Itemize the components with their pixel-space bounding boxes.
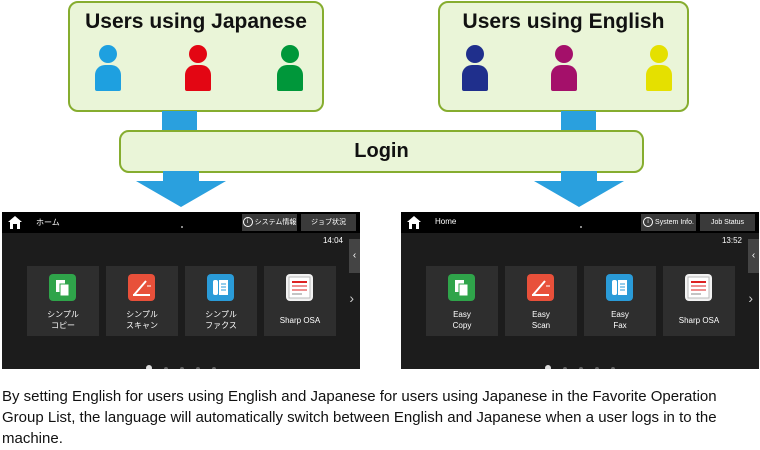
job-status-button[interactable]: Job Status — [700, 214, 755, 231]
side-panel-tab[interactable]: ‹ — [349, 239, 360, 273]
user-icon-magenta — [551, 45, 577, 91]
tile-label: Easy Scan — [531, 310, 551, 330]
login-box: Login — [119, 130, 644, 173]
user-icon-red — [185, 45, 211, 91]
scan-icon — [527, 274, 554, 301]
divider-dot — [181, 226, 183, 228]
system-info-label: System Info. — [655, 219, 694, 226]
job-status-label: ジョブ状況 — [311, 219, 346, 226]
info-icon: i — [242, 217, 253, 228]
home-icon[interactable] — [8, 216, 22, 229]
info-icon: i — [643, 217, 654, 228]
japanese-users-title: Users using Japanese — [85, 10, 307, 33]
job-status-button[interactable]: ジョブ状況 — [301, 214, 356, 231]
english-users-box: Users using English — [438, 1, 689, 112]
tile-label: Sharp OSA — [678, 316, 720, 325]
tile-easy-scan[interactable]: シンプル スキャン — [106, 266, 178, 336]
tile-easy-copy[interactable]: シンプル コピー — [27, 266, 99, 336]
tile-easy-copy[interactable]: Easy Copy — [426, 266, 498, 336]
tile-sharp-osa[interactable]: Sharp OSA — [264, 266, 336, 336]
tile-label: シンプル ファクス — [205, 310, 237, 330]
screen-title: ホーム — [36, 218, 60, 227]
caption-text: By setting English for users using Engli… — [2, 388, 717, 447]
tile-easy-fax[interactable]: シンプル ファクス — [185, 266, 257, 336]
user-icon-navy — [462, 45, 488, 91]
tile-easy-scan[interactable]: Easy Scan — [505, 266, 577, 336]
fax-icon — [207, 274, 234, 301]
page-indicator[interactable] — [401, 358, 759, 369]
copy-icon — [448, 274, 475, 301]
screen-english: Home i System Info. Job Status 13:52 ‹ Ea… — [401, 212, 759, 369]
arrow-down-japanese — [136, 171, 226, 207]
system-info-label: システム情報 — [254, 219, 297, 226]
user-icon-green — [277, 45, 303, 91]
tile-label: Easy Copy — [452, 310, 472, 330]
tile-label: シンプル スキャン — [126, 310, 158, 330]
english-users-title: Users using English — [462, 10, 665, 33]
divider-dot — [580, 226, 582, 228]
next-page-arrow[interactable]: › — [748, 290, 753, 306]
user-icon-blue — [95, 45, 121, 91]
scan-icon — [128, 274, 155, 301]
connector-japanese-to-login — [162, 111, 197, 132]
job-status-label: Job Status — [710, 219, 745, 226]
tile-label: Sharp OSA — [279, 316, 321, 325]
tile-sharp-osa[interactable]: Sharp OSA — [663, 266, 735, 336]
tile-label: Easy Fax — [611, 310, 629, 330]
japanese-users-box: Users using Japanese — [68, 1, 324, 112]
user-icon-yellow — [646, 45, 672, 91]
tile-label: シンプル コピー — [47, 310, 79, 330]
connector-english-to-login — [561, 111, 596, 132]
page-indicator[interactable] — [2, 358, 360, 369]
copy-icon — [49, 274, 76, 301]
home-icon[interactable] — [407, 216, 421, 229]
arrow-down-english — [534, 171, 624, 207]
system-info-button[interactable]: i System Info. — [641, 214, 696, 231]
fax-icon — [606, 274, 633, 301]
osa-icon — [685, 274, 712, 301]
next-page-arrow[interactable]: › — [349, 290, 354, 306]
screen-japanese: ホーム i システム情報 ジョブ状況 14:04 ‹ シンプル コピー シンプル … — [2, 212, 360, 369]
clock: 13:52 — [721, 236, 742, 245]
clock: 14:04 — [322, 236, 343, 245]
tile-easy-fax[interactable]: Easy Fax — [584, 266, 656, 336]
osa-icon — [286, 274, 313, 301]
screen-title: Home — [435, 217, 457, 226]
system-info-button[interactable]: i システム情報 — [242, 214, 297, 231]
side-panel-tab[interactable]: ‹ — [748, 239, 759, 273]
